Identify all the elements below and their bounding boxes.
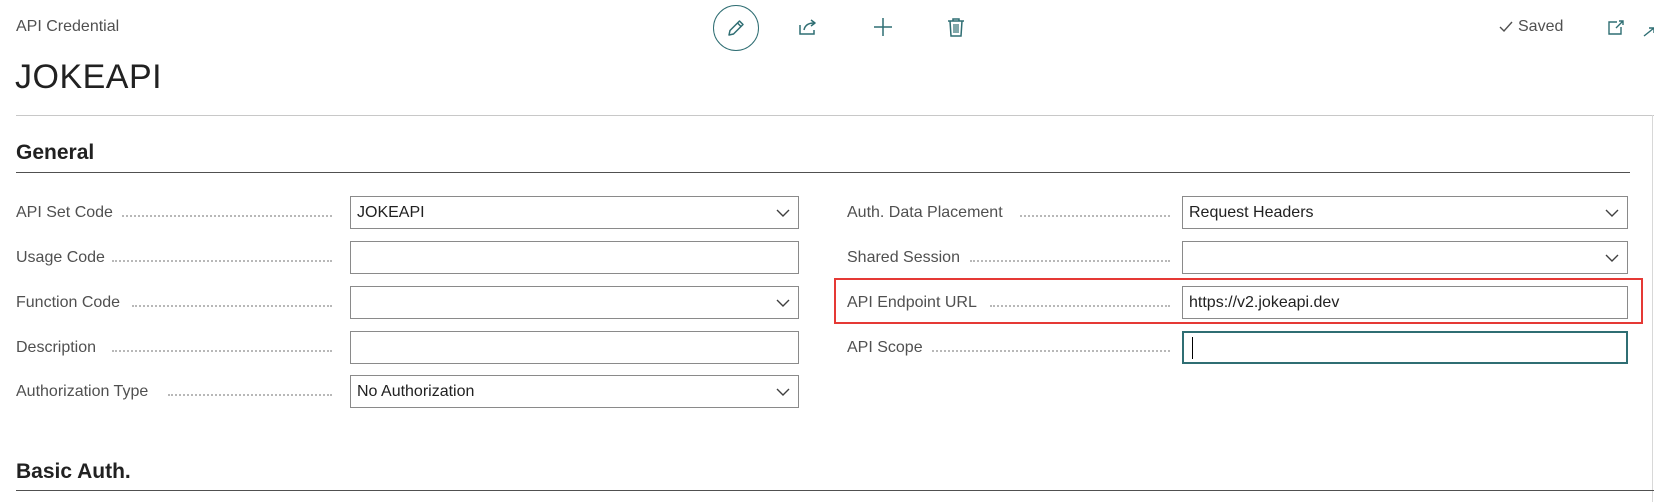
breadcrumb: API Credential xyxy=(16,18,120,35)
leader-dots xyxy=(112,350,332,352)
function-code-field[interactable] xyxy=(350,286,799,319)
leader-dots xyxy=(1020,215,1170,217)
api-set-code-label: API Set Code xyxy=(16,203,113,223)
pencil-icon xyxy=(728,20,744,36)
title-divider xyxy=(16,115,1654,116)
section-divider xyxy=(16,490,1654,491)
api-scope-field[interactable] xyxy=(1182,331,1628,364)
usage-code-field[interactable] xyxy=(350,241,799,274)
description-label: Description xyxy=(16,338,96,358)
field-label: Shared Session xyxy=(847,249,960,266)
function-code-label: Function Code xyxy=(16,293,120,313)
field-value: JOKEAPI xyxy=(357,203,425,221)
section-divider xyxy=(16,172,1630,173)
field-value: https://v2.jokeapi.dev xyxy=(1189,293,1340,311)
share-icon xyxy=(799,19,816,35)
delete-button[interactable] xyxy=(934,5,978,49)
edit-button[interactable] xyxy=(713,5,759,51)
authorization-type-field[interactable]: No Authorization xyxy=(350,375,799,408)
field-value: No Authorization xyxy=(357,382,475,400)
chevron-down-icon[interactable] xyxy=(768,196,798,229)
plus-icon xyxy=(874,18,892,36)
open-in-new-window-button[interactable] xyxy=(1604,16,1628,40)
leader-dots xyxy=(132,305,332,307)
saved-label: Saved xyxy=(1518,18,1564,35)
authorization-type-label: Authorization Type xyxy=(16,382,148,402)
leader-dots xyxy=(990,305,1170,307)
leader-dots xyxy=(122,215,332,217)
field-label: Usage Code xyxy=(16,249,105,266)
chevron-down-icon[interactable] xyxy=(768,375,798,408)
shared-session-field[interactable] xyxy=(1182,241,1628,274)
chevron-down-icon[interactable] xyxy=(1597,196,1627,229)
section-title-general[interactable]: General xyxy=(16,141,94,165)
chevron-down-icon[interactable] xyxy=(1597,241,1627,274)
auth-data-placement-label: Auth. Data Placement xyxy=(847,203,1003,223)
chevron-down-icon[interactable] xyxy=(768,286,798,319)
page-title: JOKEAPI xyxy=(15,58,163,96)
scroll-divider xyxy=(1652,115,1653,502)
collapse-button[interactable] xyxy=(1640,20,1654,44)
field-label: Authorization Type xyxy=(16,383,149,400)
share-button[interactable] xyxy=(786,5,830,49)
field-label: API Set Code xyxy=(16,204,113,221)
field-label: API Endpoint URL xyxy=(847,294,977,311)
api-endpoint-url-label: API Endpoint URL xyxy=(847,293,977,313)
leader-dots xyxy=(112,260,332,262)
popout-icon xyxy=(1608,20,1624,35)
text-cursor xyxy=(1192,336,1193,359)
shared-session-label: Shared Session xyxy=(847,248,960,268)
api-set-code-field[interactable]: JOKEAPI xyxy=(350,196,799,229)
usage-code-label: Usage Code xyxy=(16,248,105,268)
new-button[interactable] xyxy=(861,5,905,49)
field-label: API Scope xyxy=(847,339,923,356)
checkmark-icon xyxy=(1499,21,1513,33)
collapse-arrow-icon xyxy=(1643,27,1654,37)
leader-dots xyxy=(970,260,1170,262)
api-scope-label: API Scope xyxy=(847,338,923,358)
field-label: Function Code xyxy=(16,294,121,311)
field-value: Request Headers xyxy=(1189,203,1314,221)
trash-icon xyxy=(948,18,964,37)
api-endpoint-url-field[interactable]: https://v2.jokeapi.dev xyxy=(1182,286,1628,319)
auth-data-placement-field[interactable]: Request Headers xyxy=(1182,196,1628,229)
leader-dots xyxy=(932,350,1170,352)
leader-dots xyxy=(168,394,332,396)
field-label: Auth. Data Placement xyxy=(847,204,1003,221)
section-title-basic-auth[interactable]: Basic Auth. xyxy=(16,460,131,484)
description-field[interactable] xyxy=(350,331,799,364)
saved-status: Saved xyxy=(1498,18,1563,36)
field-label: Description xyxy=(16,339,97,356)
